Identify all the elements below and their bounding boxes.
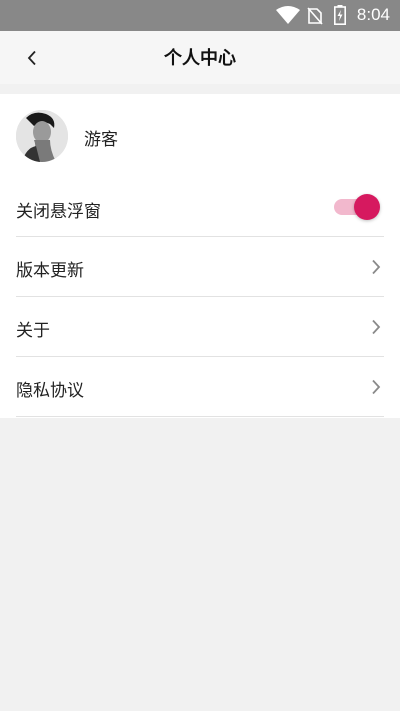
close-float-window-row: 关闭悬浮窗: [16, 178, 384, 237]
about-row[interactable]: 关于: [16, 297, 384, 357]
wifi-icon: [276, 6, 300, 24]
profile-row[interactable]: 游客: [0, 94, 400, 178]
avatar[interactable]: [16, 110, 68, 162]
status-bar: 8:04: [0, 0, 400, 31]
close-float-window-label: 关闭悬浮窗: [16, 202, 101, 222]
close-float-window-toggle[interactable]: [332, 194, 380, 220]
toggle-thumb: [354, 194, 380, 220]
username: 游客: [84, 130, 118, 150]
page-title: 个人中心: [164, 48, 236, 69]
about-label: 关于: [16, 321, 50, 341]
chevron-right-icon: [372, 319, 381, 335]
version-update-label: 版本更新: [16, 261, 84, 281]
avatar-photo: [16, 110, 68, 162]
app-header: 个人中心: [0, 31, 400, 84]
version-update-row[interactable]: 版本更新: [16, 237, 384, 297]
chevron-right-icon: [372, 259, 381, 275]
privacy-policy-row[interactable]: 隐私协议: [16, 357, 384, 417]
status-time: 8:04: [356, 5, 390, 24]
chevron-right-icon: [372, 379, 381, 395]
battery-charging-icon: [334, 5, 346, 25]
privacy-policy-label: 隐私协议: [16, 381, 84, 401]
no-sim-icon: [307, 7, 323, 25]
settings-card: 游客 关闭悬浮窗 版本更新 关于 隐私协议: [0, 94, 400, 418]
